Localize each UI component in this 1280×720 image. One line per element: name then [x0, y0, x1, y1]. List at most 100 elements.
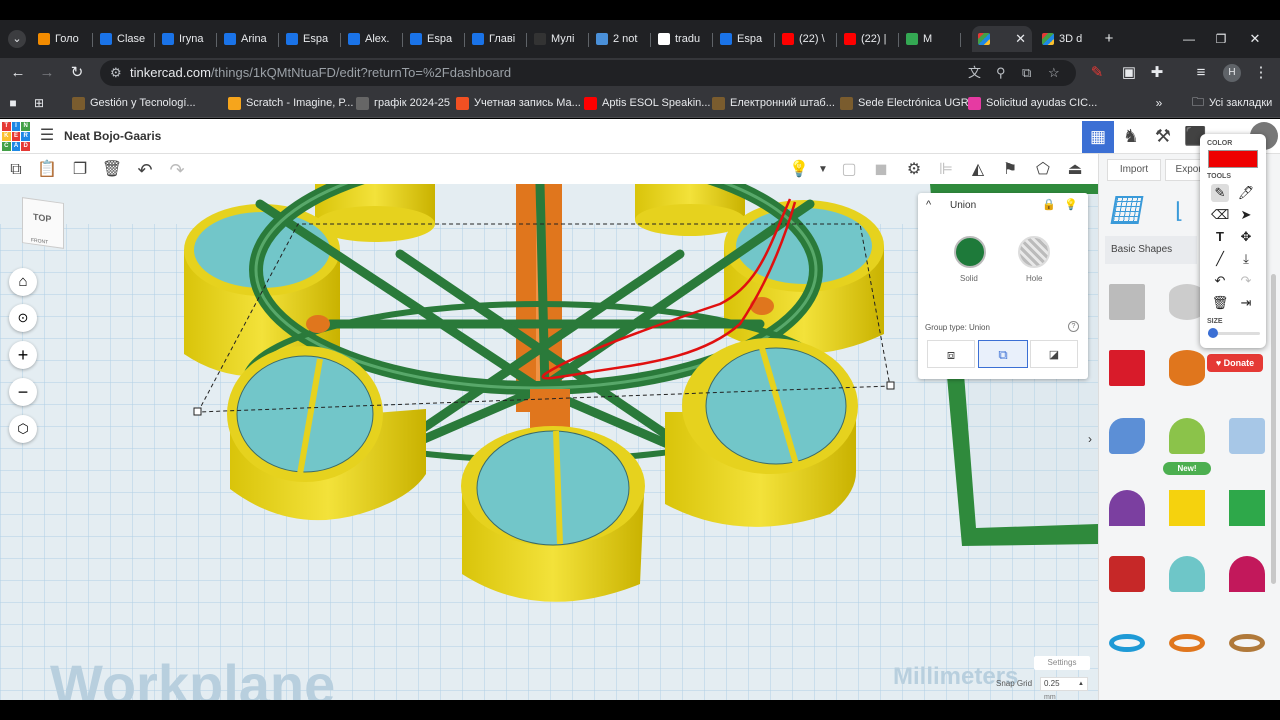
restore-icon[interactable]: ❐	[1212, 30, 1230, 48]
workplane-tool-icon[interactable]: ⏏	[1064, 159, 1086, 181]
bookmark-item[interactable]: графік 2024-25	[356, 95, 450, 111]
tab-search-button[interactable]: ⌄	[8, 30, 26, 48]
tab-3d[interactable]: 3D d	[1036, 26, 1096, 52]
bookmark-item[interactable]: Aptis ESOL Speakin...	[584, 95, 710, 111]
apps-grid-icon[interactable]: ⊞	[30, 94, 48, 112]
line-tool-icon[interactable]: ╱	[1211, 250, 1229, 268]
bookmark-item[interactable]: Sede Electrónica UGR	[840, 95, 969, 111]
browser-tab[interactable]: (22) |	[838, 26, 896, 52]
media-control-icon[interactable]: ≡	[1192, 64, 1210, 82]
light-bulb-icon[interactable]: 💡	[788, 159, 810, 181]
marker-icon[interactable]: 🖊	[1237, 184, 1255, 202]
eraser-icon[interactable]: ⌫	[1211, 206, 1229, 224]
bulb-dropdown-icon[interactable]: ▼	[812, 159, 834, 181]
exit-icon[interactable]: ⇥	[1237, 294, 1255, 312]
fit-view-icon[interactable]: ⊙	[9, 304, 37, 332]
help-icon[interactable]: ?	[1068, 321, 1079, 332]
pen-extension-icon[interactable]: ✎	[1088, 64, 1106, 82]
selection-handle[interactable]	[886, 381, 895, 390]
group-icon[interactable]: ▢	[838, 159, 860, 181]
download-icon[interactable]: ⤓	[1237, 250, 1255, 268]
solid-color-swatch[interactable]	[954, 236, 986, 268]
library-dropdown[interactable]: Basic Shapes	[1105, 236, 1197, 264]
roof-shape[interactable]	[1169, 556, 1205, 592]
collapse-icon[interactable]: ^	[926, 199, 931, 211]
tube-shape[interactable]	[1169, 634, 1205, 652]
design-list-icon[interactable]: ☰	[36, 125, 58, 147]
home-view-icon[interactable]: ⌂	[9, 268, 37, 296]
donate-button[interactable]: ♥ Donate	[1207, 354, 1263, 372]
zoom-icon[interactable]: ⚲	[996, 60, 1006, 86]
hole-swatch[interactable]	[1018, 236, 1050, 268]
3d-view-grid-icon[interactable]: ▦	[1082, 121, 1114, 153]
box-hole-shape[interactable]	[1109, 284, 1145, 320]
ruler-tool-icon[interactable]: ⌊	[1175, 198, 1184, 224]
size-slider[interactable]	[1208, 328, 1260, 338]
cylinder-shape[interactable]	[1169, 350, 1205, 386]
copy-icon[interactable]: ⧉	[5, 159, 27, 181]
tab-active[interactable]: ✕	[972, 26, 1032, 52]
duplicate-icon[interactable]: ❐	[69, 159, 91, 181]
group-type-subtract-icon[interactable]: ◪	[1030, 340, 1078, 368]
redo-icon[interactable]: ↷	[166, 159, 188, 181]
half-sphere-shape[interactable]	[1229, 556, 1265, 592]
visibility-bulb-icon[interactable]: 💡	[1064, 198, 1078, 211]
extension-icon[interactable]: ▣	[1120, 64, 1138, 82]
text-tool-icon[interactable]: T	[1211, 228, 1229, 246]
browser-menu-icon[interactable]: ⋮	[1252, 64, 1270, 82]
size-slider-handle[interactable]	[1208, 328, 1219, 338]
paste-icon[interactable]: 📋	[36, 159, 58, 181]
new-tab-icon[interactable]: +	[1100, 30, 1118, 48]
cone-shape[interactable]	[1109, 490, 1145, 526]
bookmark-item[interactable]: Учетная запись Ма...	[456, 95, 581, 111]
undo-icon[interactable]: ↶	[134, 159, 156, 181]
align-icon[interactable]: ⚙	[903, 159, 925, 181]
move-icon[interactable]: ✥	[1237, 228, 1255, 246]
import-button[interactable]: Import	[1107, 159, 1161, 181]
forward-icon[interactable]: →	[38, 64, 56, 82]
undo-icon[interactable]: ↶	[1211, 272, 1229, 290]
tinkercad-logo[interactable]: TIN KER CAD	[2, 122, 30, 151]
snap-grid-select[interactable]: 0.25 ▲	[1040, 677, 1088, 691]
lock-icon[interactable]: 🔒	[1042, 198, 1056, 211]
address-bar[interactable]: ⚙ tinkercad.com/things/1kQMtNtuaFD/edit?…	[100, 60, 1076, 86]
tab-close-icon[interactable]: ✕	[1015, 31, 1026, 47]
browser-tab[interactable]: Arina	[218, 26, 276, 52]
install-app-icon[interactable]: ⧉	[1022, 60, 1031, 86]
align-left-icon[interactable]: ⊫	[935, 159, 957, 181]
ungroup-icon[interactable]: ◼	[870, 159, 892, 181]
view-cube[interactable]: TOP FRONT	[22, 197, 64, 249]
scribble-shape[interactable]	[1109, 418, 1145, 454]
pencil-icon[interactable]: ✎	[1211, 184, 1229, 202]
bookmark-item[interactable]: Solicitud ayudas CIC...	[968, 95, 1097, 111]
cursor-icon[interactable]: ➤	[1237, 206, 1255, 224]
spinner-shape[interactable]	[1169, 418, 1205, 454]
browser-tab[interactable]: (22) \	[776, 26, 834, 52]
browser-tab[interactable]: Espa	[404, 26, 462, 52]
pyramid-shape[interactable]	[1169, 490, 1205, 526]
profile-avatar[interactable]: H	[1223, 64, 1241, 82]
browser-tab[interactable]: tradu	[652, 26, 710, 52]
trash-icon[interactable]: 🗑	[1211, 294, 1229, 312]
wedge-shape[interactable]	[1229, 490, 1265, 526]
color-swatch[interactable]	[1208, 150, 1258, 168]
browser-tab[interactable]: Alex.	[342, 26, 400, 52]
translate-icon[interactable]: 文	[968, 60, 981, 86]
library-scrollbar[interactable]	[1271, 274, 1276, 584]
bookmark-item[interactable]: Електронний штаб...	[712, 95, 835, 111]
mirror-icon[interactable]: ◭	[967, 159, 989, 181]
back-icon[interactable]: ←	[9, 64, 27, 82]
text-shape-icon[interactable]	[1229, 418, 1265, 454]
blocks-icon[interactable]: ♞	[1120, 125, 1142, 147]
group-type-union-icon[interactable]: ⧉	[978, 340, 1028, 368]
bookmark-item[interactable]: Gestión y Tecnologí...	[72, 95, 196, 111]
box-shape[interactable]	[1109, 350, 1145, 386]
browser-tab[interactable]: Espa	[714, 26, 772, 52]
zoom-in-icon[interactable]: +	[9, 341, 37, 369]
ring-shape[interactable]	[1229, 634, 1265, 652]
redo-icon[interactable]: ↷	[1237, 272, 1255, 290]
minimize-icon[interactable]: —	[1180, 30, 1198, 48]
zoom-out-icon[interactable]: −	[9, 378, 37, 406]
browser-tab[interactable]: Мулі	[528, 26, 586, 52]
browser-tab[interactable]: Iryna	[156, 26, 214, 52]
